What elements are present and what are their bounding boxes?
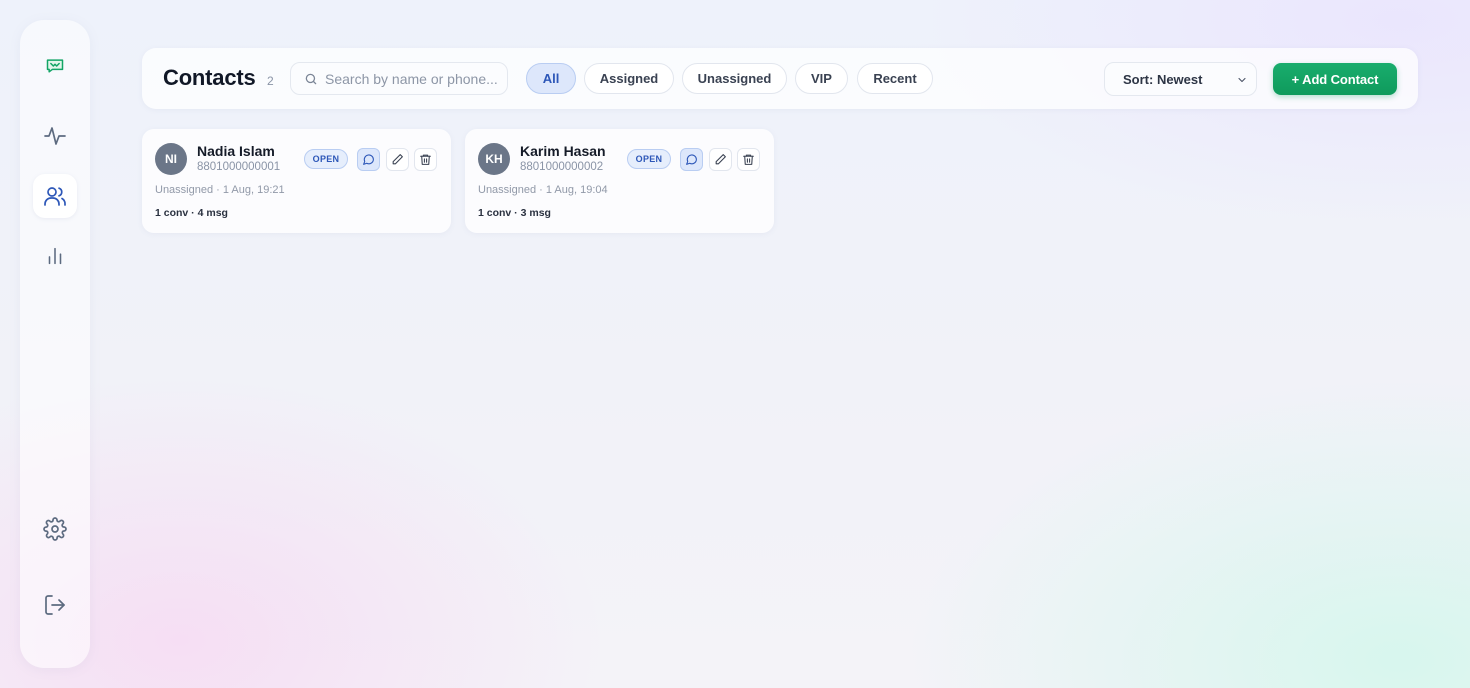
sidebar-item-activity[interactable] [33, 114, 77, 158]
pencil-icon [392, 154, 403, 165]
filter-all[interactable]: All [526, 63, 576, 94]
status-badge: OPEN [304, 149, 348, 169]
sidebar-item-logout[interactable] [33, 583, 77, 627]
contact-phone: 8801000000001 [197, 161, 281, 173]
sidebar [20, 20, 90, 668]
trash-icon [743, 154, 754, 165]
chat-button[interactable] [680, 148, 703, 171]
edit-button[interactable] [709, 148, 732, 171]
search-icon [304, 72, 318, 91]
contact-meta: Unassigned · 1 Aug, 19:21 [155, 184, 285, 196]
contacts-header: Contacts 2 All Assigned Unassigned VIP R… [142, 48, 1418, 109]
contact-name: Nadia Islam [197, 143, 275, 159]
chat-bubble-icon [363, 154, 374, 165]
trash-icon [420, 154, 431, 165]
contact-stats: 1 conv · 3 msg [478, 207, 551, 219]
search-input[interactable] [325, 63, 501, 94]
brand-chat-logo-icon [46, 59, 64, 73]
logout-icon [45, 595, 65, 615]
contact-card[interactable]: KH Karim Hasan 8801000000002 OPEN Unassi… [465, 129, 774, 233]
activity-pulse-icon [44, 127, 66, 145]
contact-stats: 1 conv · 4 msg [155, 207, 228, 219]
filter-assigned[interactable]: Assigned [584, 63, 674, 94]
sidebar-item-contacts[interactable] [33, 174, 77, 218]
chat-button[interactable] [357, 148, 380, 171]
gear-icon [43, 517, 67, 541]
delete-button[interactable] [737, 148, 760, 171]
filter-unassigned[interactable]: Unassigned [682, 63, 787, 94]
status-badge: OPEN [627, 149, 671, 169]
contact-card[interactable]: NI Nadia Islam 8801000000001 OPEN Unassi… [142, 129, 451, 233]
chevron-down-icon [1236, 74, 1248, 89]
edit-button[interactable] [386, 148, 409, 171]
sort-label: Sort: Newest [1123, 72, 1203, 87]
contacts-count: 2 [267, 74, 274, 88]
avatar: NI [155, 143, 187, 175]
bar-chart-icon [48, 247, 62, 265]
filter-recent[interactable]: Recent [857, 63, 933, 94]
users-icon [44, 187, 66, 206]
sort-select[interactable]: Sort: Newest [1104, 62, 1257, 96]
contact-meta: Unassigned · 1 Aug, 19:04 [478, 184, 608, 196]
chat-bubble-icon [686, 154, 697, 165]
avatar: KH [478, 143, 510, 175]
contact-phone: 8801000000002 [520, 161, 604, 173]
page-title: Contacts [163, 65, 256, 90]
contact-name: Karim Hasan [520, 143, 606, 159]
delete-button[interactable] [414, 148, 437, 171]
pencil-icon [715, 154, 726, 165]
search-box [290, 62, 508, 95]
add-contact-button[interactable]: + Add Contact [1273, 63, 1397, 95]
sidebar-item-settings[interactable] [33, 507, 77, 551]
sidebar-item-reports[interactable] [33, 234, 77, 278]
filter-vip[interactable]: VIP [795, 63, 848, 94]
sidebar-logo[interactable] [33, 44, 77, 88]
